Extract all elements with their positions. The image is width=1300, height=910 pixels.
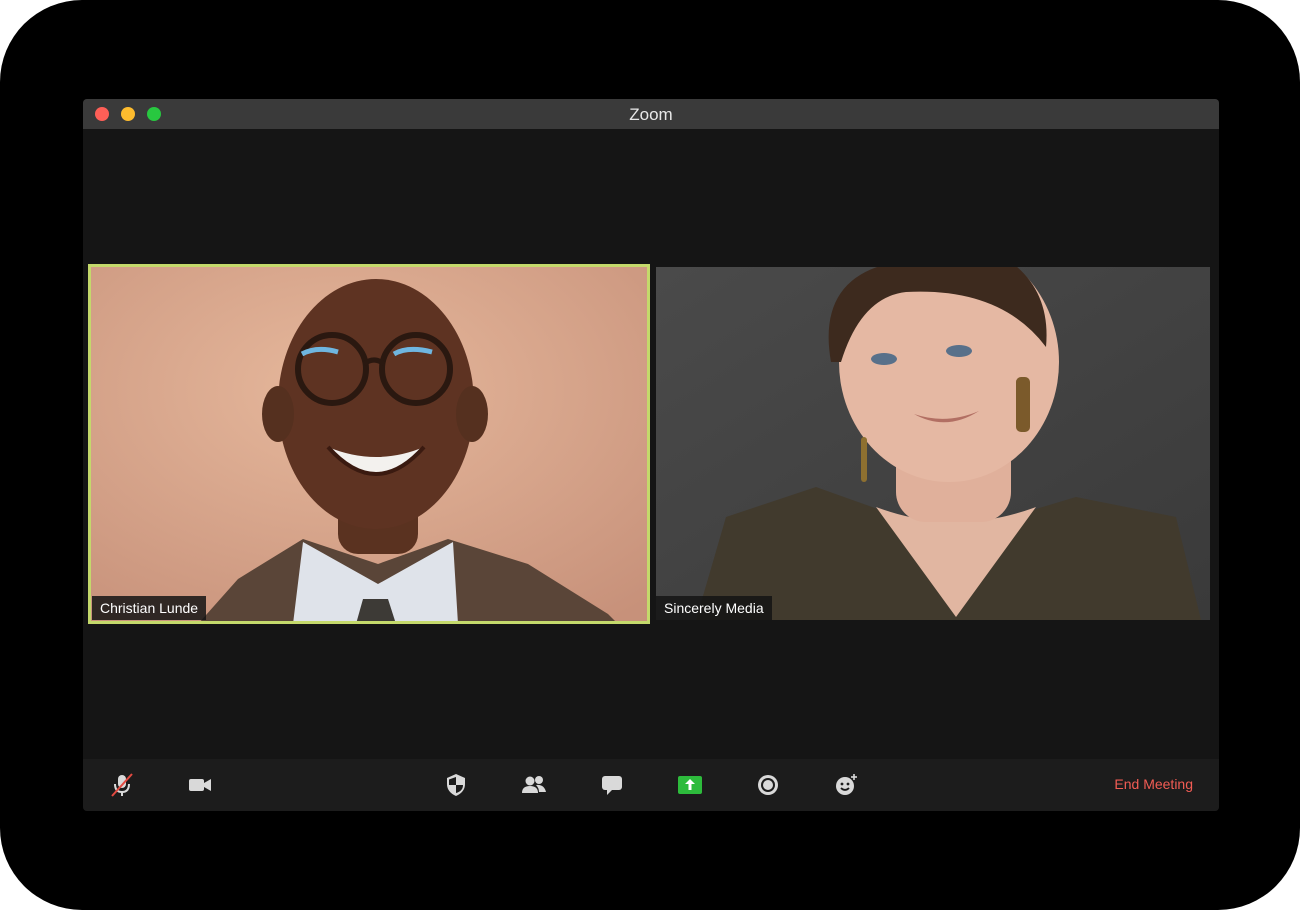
meeting-toolbar: End Meeting (83, 759, 1219, 811)
mute-button[interactable] (108, 772, 136, 798)
device-frame: Zoom Christian Lunde Sincerely Media End… (0, 0, 1300, 910)
window-title: Zoom (629, 105, 673, 124)
security-shield-icon (443, 772, 469, 798)
microphone-muted-icon (109, 772, 135, 798)
stop-video-button[interactable] (186, 772, 214, 798)
chat-icon (599, 772, 625, 798)
title-bar[interactable]: Zoom (83, 99, 1219, 129)
participant-video (88, 264, 650, 624)
record-button[interactable] (754, 772, 782, 798)
participants-icon (520, 772, 548, 798)
participant-name-label: Sincerely Media (656, 596, 772, 620)
security-button[interactable] (442, 772, 470, 798)
participant-name-label: Christian Lunde (92, 596, 207, 620)
share-screen-icon (676, 772, 704, 798)
chat-button[interactable] (598, 772, 626, 798)
video-camera-icon (187, 772, 213, 798)
reactions-button[interactable] (832, 772, 860, 798)
share-screen-button[interactable] (676, 772, 704, 798)
end-meeting-button[interactable]: End Meeting (1114, 776, 1193, 792)
record-icon (755, 772, 781, 798)
participant-video (656, 267, 1210, 620)
participant-video-tile[interactable]: Sincerely Media (656, 267, 1210, 620)
reactions-icon (833, 772, 859, 798)
participant-video-tile[interactable]: Christian Lunde (88, 264, 650, 624)
participants-button[interactable] (520, 772, 548, 798)
zoom-window: Zoom Christian Lunde Sincerely Media End… (83, 99, 1219, 811)
